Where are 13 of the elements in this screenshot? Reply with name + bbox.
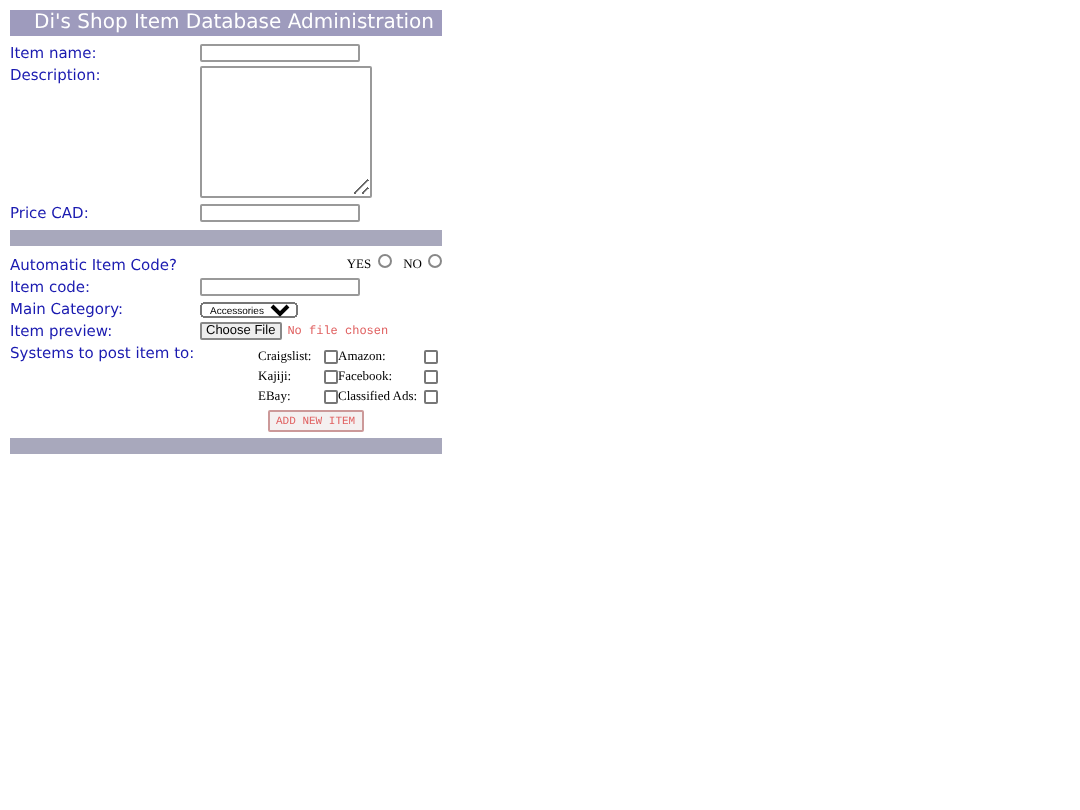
checkbox[interactable]	[424, 349, 438, 363]
description-field[interactable]	[200, 66, 372, 198]
checkbox[interactable]	[324, 349, 338, 363]
input-field[interactable]	[200, 278, 360, 296]
radio-button[interactable]	[377, 254, 392, 268]
checkbox[interactable]	[424, 369, 438, 383]
radio-button[interactable]	[428, 254, 442, 268]
input-field[interactable]	[200, 204, 360, 222]
checkbox[interactable]	[324, 389, 338, 403]
checkbox[interactable]	[324, 369, 338, 383]
page-title: Di's Shop Item Database Administration	[10, 10, 442, 36]
input-field[interactable]	[200, 44, 360, 62]
checkbox[interactable]	[424, 389, 438, 403]
